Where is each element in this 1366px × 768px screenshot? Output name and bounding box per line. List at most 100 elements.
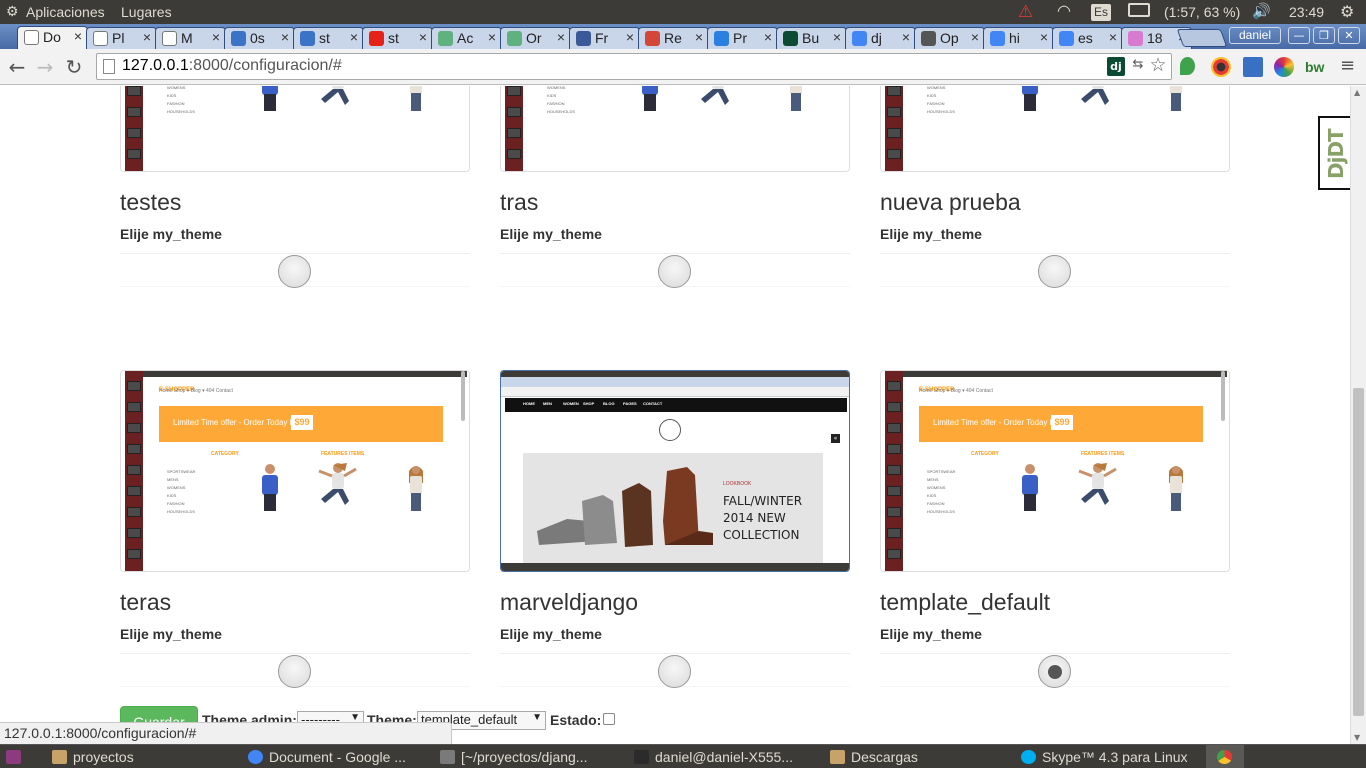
debug-toolbar-handle[interactable]: DjDT: [1318, 116, 1351, 190]
browser-tab[interactable]: Ac ×: [431, 27, 502, 49]
circle-icon: [507, 31, 522, 46]
clock[interactable]: 23:49: [1289, 4, 1324, 20]
bw-extension-icon[interactable]: bw: [1305, 57, 1325, 77]
maximize-icon[interactable]: ❐: [1313, 27, 1335, 44]
preview-taskbar: [501, 563, 849, 571]
close-tab-icon[interactable]: ×: [74, 28, 82, 44]
warning-icon[interactable]: ⚠: [1018, 2, 1033, 22]
close-window-icon[interactable]: ✕: [1338, 27, 1360, 44]
minimize-icon[interactable]: —: [1288, 27, 1310, 44]
evernote-extension-icon[interactable]: [1180, 57, 1195, 75]
wifi-icon[interactable]: ◠: [1057, 1, 1071, 21]
battery-status[interactable]: (1:57, 63 %): [1164, 4, 1240, 20]
apps-menu[interactable]: Aplicaciones: [26, 4, 105, 20]
volume-icon[interactable]: 🔊: [1252, 2, 1271, 20]
theme-radio[interactable]: [1038, 655, 1071, 688]
close-tab-icon[interactable]: ×: [833, 29, 841, 45]
places-menu[interactable]: Lugares: [121, 4, 172, 20]
browser-tab[interactable]: Pr ×: [707, 27, 778, 49]
browser-tab[interactable]: Pl ×: [86, 27, 157, 49]
close-tab-icon[interactable]: ×: [419, 29, 427, 45]
marvel-nav-item: HOME: [523, 401, 535, 406]
theme-radio[interactable]: [658, 255, 691, 288]
choose-theme-label: Elije my_theme: [500, 226, 602, 242]
browser-tab[interactable]: Op ×: [914, 27, 985, 49]
rainbow-extension-icon[interactable]: [1274, 57, 1294, 77]
reload-icon[interactable]: ↻: [62, 55, 86, 79]
browser-tab[interactable]: 0s ×: [224, 27, 295, 49]
launcher-app-icon: [127, 486, 141, 496]
battery-icon[interactable]: [1128, 3, 1150, 17]
category-item: SPORTSWEAR: [167, 469, 196, 474]
vertical-scrollbar[interactable]: ▲ ▼: [1350, 86, 1366, 744]
close-tab-icon[interactable]: ×: [695, 29, 703, 45]
close-tab-icon[interactable]: ×: [1109, 29, 1117, 45]
keyboard-layout-indicator[interactable]: Es: [1091, 4, 1111, 21]
profile-badge[interactable]: daniel: [1229, 27, 1281, 44]
new-tab-button[interactable]: [1176, 29, 1228, 47]
browser-tab[interactable]: Or ×: [500, 27, 571, 49]
chrome-menu-icon[interactable]: ≡: [1340, 57, 1360, 77]
close-tab-icon[interactable]: ×: [281, 29, 289, 45]
show-desktop-button[interactable]: [0, 745, 28, 768]
back-icon[interactable]: ←: [5, 55, 29, 79]
browser-tab[interactable]: st ×: [293, 27, 364, 49]
browser-tab[interactable]: hi ×: [983, 27, 1054, 49]
taskbar-window[interactable]: Skype™ 4.3 para Linux: [1017, 745, 1197, 768]
model-woman-jumping-image: [1071, 461, 1121, 511]
close-tab-icon[interactable]: ×: [143, 29, 151, 45]
close-tab-icon[interactable]: ×: [212, 29, 220, 45]
bookmark-star-icon[interactable]: ☆: [1147, 54, 1169, 78]
tab-label: Bu: [802, 30, 820, 46]
theme-thumbnail[interactable]: E-SHOPPERHome Shop ▾ Blog ▾ 404 ContactL…: [120, 86, 470, 172]
power-gear-icon[interactable]: ⚙: [1340, 2, 1354, 22]
page-info-icon[interactable]: [103, 59, 115, 74]
tab-label: Op: [940, 30, 959, 46]
theme-radio[interactable]: [658, 655, 691, 688]
browser-tab[interactable]: dj ×: [845, 27, 916, 49]
scrollbar-thumb[interactable]: [1353, 388, 1364, 716]
taskbar-window[interactable]: daniel@daniel-X555...: [630, 745, 815, 768]
close-tab-icon[interactable]: ×: [626, 29, 634, 45]
forward-icon[interactable]: →: [33, 55, 57, 79]
taskbar-window-label: Skype™ 4.3 para Linux: [1042, 749, 1188, 765]
browser-tab[interactable]: st ×: [362, 27, 433, 49]
color-picker-extension-icon[interactable]: [1211, 57, 1231, 77]
browser-tab[interactable]: Do ×: [17, 26, 88, 49]
theme-thumbnail[interactable]: E-SHOPPERHome Shop ▾ Blog ▾ 404 ContactL…: [880, 86, 1230, 172]
theme-thumbnail[interactable]: HOME MEN WOMEN SHOP BLOG PAGES CONTACT LOOKBOOK…: [500, 370, 850, 572]
scroll-down-icon[interactable]: ▼: [1354, 733, 1360, 742]
theme-thumbnail[interactable]: E-SHOPPERHome Shop ▾ Blog ▾ 404 ContactL…: [880, 370, 1230, 572]
browser-tab[interactable]: Re ×: [638, 27, 709, 49]
theme-thumbnail[interactable]: E-SHOPPERHome Shop ▾ Blog ▾ 404 ContactL…: [500, 86, 850, 172]
translate-icon[interactable]: ⇆: [1129, 57, 1147, 76]
taskbar-window[interactable]: Document - Google ...: [244, 745, 424, 768]
theme-thumbnail[interactable]: E-SHOPPERHome Shop ▾ Blog ▾ 404 ContactL…: [120, 370, 470, 572]
close-tab-icon[interactable]: ×: [350, 29, 358, 45]
close-tab-icon[interactable]: ×: [488, 29, 496, 45]
close-tab-icon[interactable]: ×: [971, 29, 979, 45]
upload-extension-icon[interactable]: [1243, 57, 1263, 77]
browser-tab[interactable]: Bu ×: [776, 27, 847, 49]
address-bar[interactable]: 127.0.0.1:8000/configuracion/# dj ⇆ ☆: [96, 53, 1172, 80]
status-checkbox[interactable]: [603, 713, 615, 725]
close-tab-icon[interactable]: ×: [1040, 29, 1048, 45]
django-extension-icon[interactable]: dj: [1107, 57, 1125, 76]
address-url[interactable]: 127.0.0.1:8000/configuracion/#: [122, 57, 342, 75]
close-tab-icon[interactable]: ×: [557, 29, 565, 45]
browser-tab[interactable]: M ×: [155, 27, 226, 49]
theme-radio[interactable]: [278, 255, 311, 288]
browser-tab[interactable]: es ×: [1052, 27, 1123, 49]
taskbar-window[interactable]: Descargas: [826, 745, 1006, 768]
close-tab-icon[interactable]: ×: [902, 29, 910, 45]
taskbar-window[interactable]: [~/proyectos/djang...: [436, 745, 616, 768]
ubuntu-logo-icon[interactable]: ⚙: [6, 3, 19, 20]
scroll-up-icon[interactable]: ▲: [1354, 88, 1360, 97]
preview-addressbar: [501, 387, 849, 397]
close-tab-icon[interactable]: ×: [764, 29, 772, 45]
theme-radio[interactable]: [1038, 255, 1071, 288]
taskbar-window[interactable]: proyectos: [48, 745, 228, 768]
taskbar-chrome-tray[interactable]: [1206, 745, 1244, 768]
browser-tab[interactable]: Fr ×: [569, 27, 640, 49]
theme-radio[interactable]: [278, 655, 311, 688]
